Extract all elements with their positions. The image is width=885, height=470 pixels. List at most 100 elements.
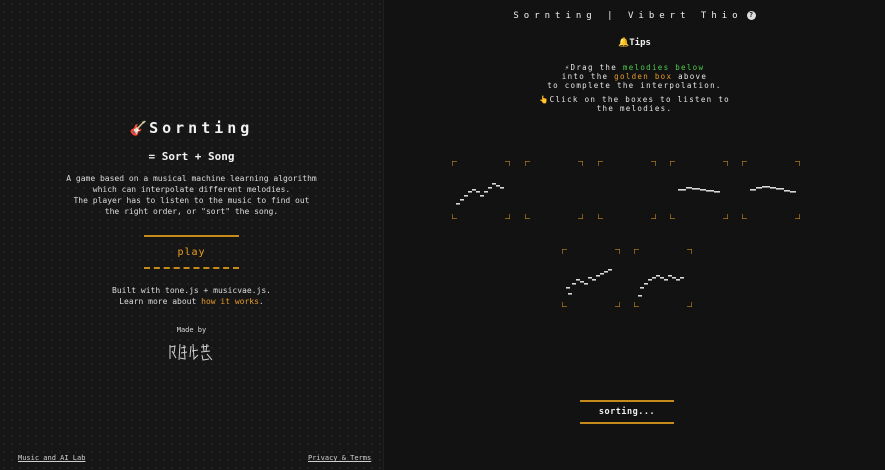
slot-corner <box>598 161 603 166</box>
how-it-works-link[interactable]: how it works <box>201 297 259 306</box>
sorting-button[interactable]: sorting... <box>599 407 655 417</box>
slot-corner <box>562 302 567 307</box>
page-header: Sornting | Vibert Thio? <box>384 11 885 21</box>
slot-corner <box>795 161 800 166</box>
melody-note <box>668 275 672 277</box>
tips-icon: 🔔 <box>618 38 630 48</box>
slot-corner <box>651 161 656 166</box>
melody-note <box>706 190 714 192</box>
slot-corner <box>634 249 639 254</box>
golden-slot-5[interactable] <box>742 161 800 219</box>
golden-slot-4[interactable] <box>670 161 728 219</box>
slot-corner <box>525 214 530 219</box>
melody-note <box>576 279 580 281</box>
description-line: the right order, or "sort" the song. <box>104 207 279 216</box>
melody-note <box>608 269 612 271</box>
melody-note <box>756 187 762 189</box>
melody-note <box>784 190 790 192</box>
melody-note <box>480 195 484 197</box>
melody-note <box>686 187 692 189</box>
music-ai-lab-link[interactable]: Music and AI Lab <box>18 454 85 462</box>
slot-corner <box>742 161 747 166</box>
melody-note <box>648 279 652 281</box>
slot-corner <box>562 249 567 254</box>
pointer-icon: 👆 <box>539 95 550 104</box>
slot-corner <box>723 161 728 166</box>
made-by-label: Made by <box>176 326 207 334</box>
intro-panel: 🎸 Sornting = Sort + Song A game based on … <box>0 0 384 470</box>
slot-corner <box>723 214 728 219</box>
slot-corner <box>615 302 620 307</box>
melody-note <box>568 293 572 295</box>
slot-corner <box>578 161 583 166</box>
melody-note <box>600 273 604 275</box>
melody-note <box>652 277 656 279</box>
slot-corner <box>615 249 620 254</box>
melody-note <box>680 277 684 279</box>
melody-note <box>476 191 480 193</box>
header-title: Sornting <box>513 11 597 21</box>
tip-click: 👆Click on the boxes to listen to the mel… <box>539 95 730 113</box>
play-button[interactable]: play <box>177 247 205 258</box>
description-line: A game based on a musical machine learni… <box>66 174 317 183</box>
sorting-button-frame: sorting... <box>580 400 674 424</box>
logo: 🎸 Sornting <box>0 118 383 137</box>
slot-corner <box>452 161 457 166</box>
melody-note <box>604 271 608 273</box>
app-title: Sornting <box>149 119 254 137</box>
tips-heading: 🔔Tips <box>618 38 651 48</box>
tip-drag: ⚡Drag the melodies below into the golden… <box>547 63 722 90</box>
melody-note <box>672 277 676 279</box>
melody-box-1[interactable] <box>562 249 620 307</box>
slot-corner <box>670 214 675 219</box>
melody-note <box>584 283 588 285</box>
slot-corner <box>505 214 510 219</box>
melody-note <box>588 277 592 279</box>
description: A game based on a musical machine learni… <box>40 173 343 217</box>
melody-note <box>456 203 460 205</box>
slot-corner <box>795 214 800 219</box>
guitar-icon: 🎸 <box>129 121 148 137</box>
slot-corner <box>452 214 457 219</box>
golden-slot-1[interactable] <box>452 161 510 219</box>
melody-note <box>460 199 464 201</box>
melodies-below-highlight: melodies below <box>622 63 705 72</box>
melody-note <box>700 189 706 191</box>
melody-note <box>464 195 468 197</box>
melody-note <box>592 279 596 281</box>
description-line: which can interpolate different melodies… <box>92 185 291 194</box>
melody-note <box>572 283 576 285</box>
play-button-frame: play <box>144 235 239 269</box>
golden-slot-2[interactable] <box>525 161 583 219</box>
melody-note <box>472 189 476 191</box>
help-icon[interactable]: ? <box>746 11 756 20</box>
melody-note <box>790 191 796 193</box>
melody-note <box>750 189 756 191</box>
slot-corner <box>651 214 656 219</box>
melody-note <box>580 281 584 283</box>
melody-box-2[interactable] <box>634 249 692 307</box>
melody-note <box>676 279 680 281</box>
melody-note <box>640 287 644 289</box>
golden-slot-3[interactable] <box>598 161 656 219</box>
melody-note <box>638 295 642 297</box>
melody-note <box>660 277 664 279</box>
melody-note <box>644 283 648 285</box>
slot-corner <box>598 214 603 219</box>
melody-note <box>770 187 776 189</box>
subtitle: = Sort + Song <box>148 150 235 163</box>
melody-note <box>468 191 472 193</box>
learn-more-text: Learn more about how it works. <box>119 297 264 306</box>
slot-corner <box>670 161 675 166</box>
credits: Built with tone.js + musicvae.js. Learn … <box>0 285 383 307</box>
game-panel: Sornting | Vibert Thio? 🔔Tips ⚡Drag the … <box>384 0 885 470</box>
description-line: The player has to listen to the music to… <box>73 196 310 205</box>
slot-corner <box>505 161 510 166</box>
slot-corner <box>742 214 747 219</box>
privacy-terms-link[interactable]: Privacy & Terms <box>308 454 371 462</box>
signature-image <box>169 343 213 361</box>
golden-box-highlight: golden box <box>614 72 673 81</box>
slot-corner <box>578 214 583 219</box>
melody-note <box>714 191 720 193</box>
slot-corner <box>634 302 639 307</box>
